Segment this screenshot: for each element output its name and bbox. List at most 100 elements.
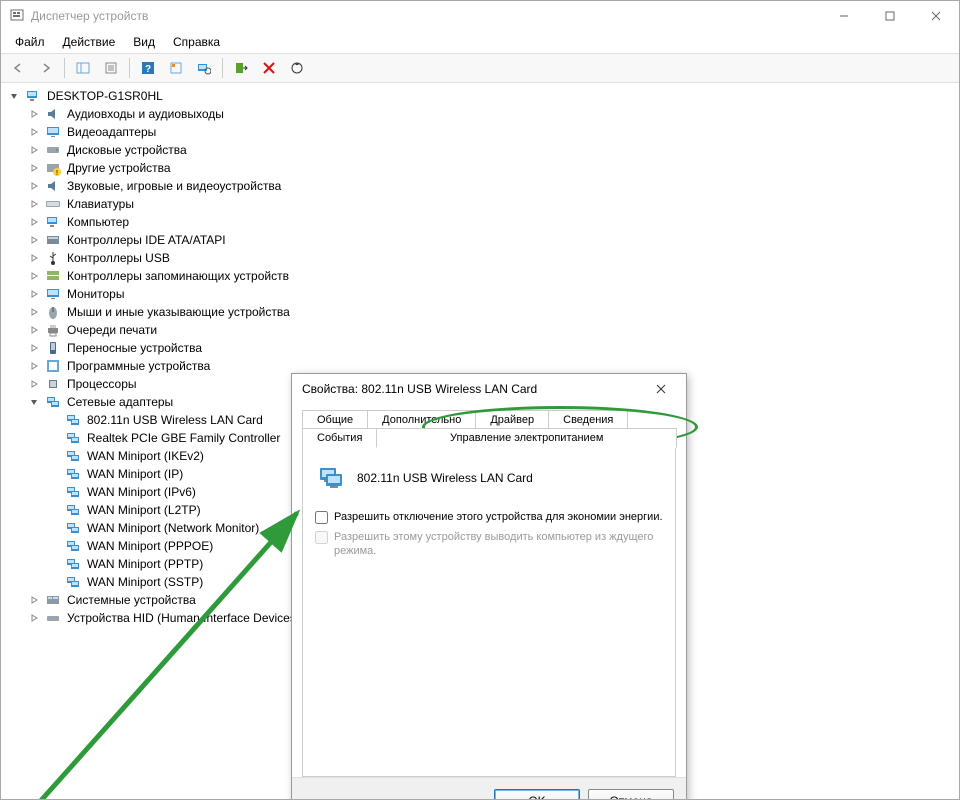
pc-icon bbox=[25, 88, 41, 104]
expand-icon[interactable] bbox=[27, 179, 41, 193]
tree-category[interactable]: Контроллеры запоминающих устройств bbox=[27, 267, 959, 285]
show-hide-tree-button[interactable] bbox=[70, 55, 96, 81]
tree-item-label: WAN Miniport (SSTP) bbox=[85, 575, 205, 589]
menu-file[interactable]: Файл bbox=[7, 33, 53, 51]
enable-device-button[interactable] bbox=[228, 55, 254, 81]
tree-item-label: Мыши и иные указывающие устройства bbox=[65, 305, 292, 319]
net-icon bbox=[65, 448, 81, 464]
sys-icon bbox=[45, 592, 61, 608]
properties-dialog: Свойства: 802.11n USB Wireless LAN Card … bbox=[291, 373, 687, 799]
tab-driver[interactable]: Драйвер bbox=[475, 410, 549, 429]
menu-view[interactable]: Вид bbox=[125, 33, 163, 51]
expand-icon[interactable] bbox=[27, 305, 41, 319]
tree-category[interactable]: Звуковые, игровые и видеоустройства bbox=[27, 177, 959, 195]
expand-icon[interactable] bbox=[27, 269, 41, 283]
net-icon bbox=[65, 466, 81, 482]
device-manager-window: Диспетчер устройств Файл Действие Вид Сп… bbox=[0, 0, 960, 800]
tree-item-label: Сетевые адаптеры bbox=[65, 395, 175, 409]
help-button[interactable]: ? bbox=[135, 55, 161, 81]
tree-category[interactable]: Мыши и иные указывающие устройства bbox=[27, 303, 959, 321]
expand-icon[interactable] bbox=[47, 503, 61, 517]
minimize-button[interactable] bbox=[821, 1, 867, 31]
net-icon bbox=[65, 412, 81, 428]
close-button[interactable] bbox=[913, 1, 959, 31]
ok-button[interactable]: OK bbox=[494, 789, 580, 799]
expand-icon[interactable] bbox=[27, 377, 41, 391]
expand-icon[interactable] bbox=[47, 467, 61, 481]
tree-category[interactable]: Видеоадаптеры bbox=[27, 123, 959, 141]
expand-icon[interactable] bbox=[27, 341, 41, 355]
menu-action[interactable]: Действие bbox=[55, 33, 124, 51]
net-icon bbox=[65, 520, 81, 536]
dialog-close-button[interactable] bbox=[646, 374, 676, 404]
maximize-button[interactable] bbox=[867, 1, 913, 31]
tree-item-label: WAN Miniport (PPTP) bbox=[85, 557, 205, 571]
disable-device-button[interactable] bbox=[256, 55, 282, 81]
expand-icon[interactable] bbox=[27, 233, 41, 247]
expand-icon[interactable] bbox=[27, 107, 41, 121]
tree-category[interactable]: Мониторы bbox=[27, 285, 959, 303]
properties-button[interactable] bbox=[98, 55, 124, 81]
scan-hardware-button[interactable] bbox=[191, 55, 217, 81]
net-icon bbox=[65, 574, 81, 590]
tree-category[interactable]: Дисковые устройства bbox=[27, 141, 959, 159]
tree-item-label: Realtek PCIe GBE Family Controller bbox=[85, 431, 282, 445]
expand-icon[interactable] bbox=[47, 557, 61, 571]
expand-icon[interactable] bbox=[27, 611, 41, 625]
tree-category[interactable]: Очереди печати bbox=[27, 321, 959, 339]
expand-icon[interactable] bbox=[47, 575, 61, 589]
expand-icon[interactable] bbox=[27, 161, 41, 175]
allow-turn-off-label: Разрешить отключение этого устройства дл… bbox=[334, 510, 663, 524]
expand-icon[interactable] bbox=[27, 251, 41, 265]
expand-icon[interactable] bbox=[47, 521, 61, 535]
expand-icon[interactable] bbox=[27, 359, 41, 373]
expand-icon[interactable] bbox=[27, 215, 41, 229]
tree-item-label: Видеоадаптеры bbox=[65, 125, 158, 139]
tree-category[interactable]: Контроллеры USB bbox=[27, 249, 959, 267]
tree-root-node[interactable]: DESKTOP-G1SR0HL bbox=[7, 87, 959, 105]
speaker-icon bbox=[45, 106, 61, 122]
tree-category[interactable]: Аудиовходы и аудиовыходы bbox=[27, 105, 959, 123]
action-button[interactable] bbox=[163, 55, 189, 81]
expand-icon[interactable] bbox=[27, 395, 41, 409]
tree-item-label: Очереди печати bbox=[65, 323, 159, 337]
expand-icon[interactable] bbox=[7, 89, 21, 103]
tab-details[interactable]: Сведения bbox=[548, 410, 628, 429]
tree-category[interactable]: ! Другие устройства bbox=[27, 159, 959, 177]
expand-icon[interactable] bbox=[27, 197, 41, 211]
tree-item-label: 802.11n USB Wireless LAN Card bbox=[85, 413, 265, 427]
dialog-title: Свойства: 802.11n USB Wireless LAN Card bbox=[302, 382, 646, 396]
tab-power-management[interactable]: Управление электропитанием bbox=[376, 428, 677, 448]
dialog-tabs: Общие Дополнительно Драйвер Сведения Соб… bbox=[302, 410, 676, 777]
expand-icon[interactable] bbox=[27, 593, 41, 607]
storage-icon bbox=[45, 268, 61, 284]
back-button[interactable] bbox=[5, 55, 31, 81]
menu-help[interactable]: Справка bbox=[165, 33, 228, 51]
expand-icon[interactable] bbox=[27, 323, 41, 337]
expand-icon[interactable] bbox=[47, 431, 61, 445]
tab-advanced[interactable]: Дополнительно bbox=[367, 410, 476, 429]
expand-icon[interactable] bbox=[47, 449, 61, 463]
disk-icon bbox=[45, 142, 61, 158]
cancel-button[interactable]: Отмена bbox=[588, 789, 674, 799]
expand-icon[interactable] bbox=[47, 413, 61, 427]
expand-icon[interactable] bbox=[27, 287, 41, 301]
expand-icon[interactable] bbox=[27, 125, 41, 139]
tree-item-label: WAN Miniport (L2TP) bbox=[85, 503, 203, 517]
network-adapter-icon bbox=[315, 462, 347, 494]
svg-text:?: ? bbox=[145, 64, 151, 75]
tab-general[interactable]: Общие bbox=[302, 410, 368, 429]
tree-category[interactable]: Контроллеры IDE ATA/ATAPI bbox=[27, 231, 959, 249]
tree-category[interactable]: Переносные устройства bbox=[27, 339, 959, 357]
tab-events[interactable]: События bbox=[302, 428, 377, 448]
tree-category[interactable]: Компьютер bbox=[27, 213, 959, 231]
forward-button[interactable] bbox=[33, 55, 59, 81]
expand-icon[interactable] bbox=[47, 485, 61, 499]
tree-category[interactable]: Клавиатуры bbox=[27, 195, 959, 213]
allow-turn-off-checkbox[interactable] bbox=[315, 511, 328, 524]
hid-icon bbox=[45, 610, 61, 626]
update-driver-button[interactable] bbox=[284, 55, 310, 81]
expand-icon[interactable] bbox=[47, 539, 61, 553]
allow-turn-off-row[interactable]: Разрешить отключение этого устройства дл… bbox=[315, 510, 663, 524]
expand-icon[interactable] bbox=[27, 143, 41, 157]
